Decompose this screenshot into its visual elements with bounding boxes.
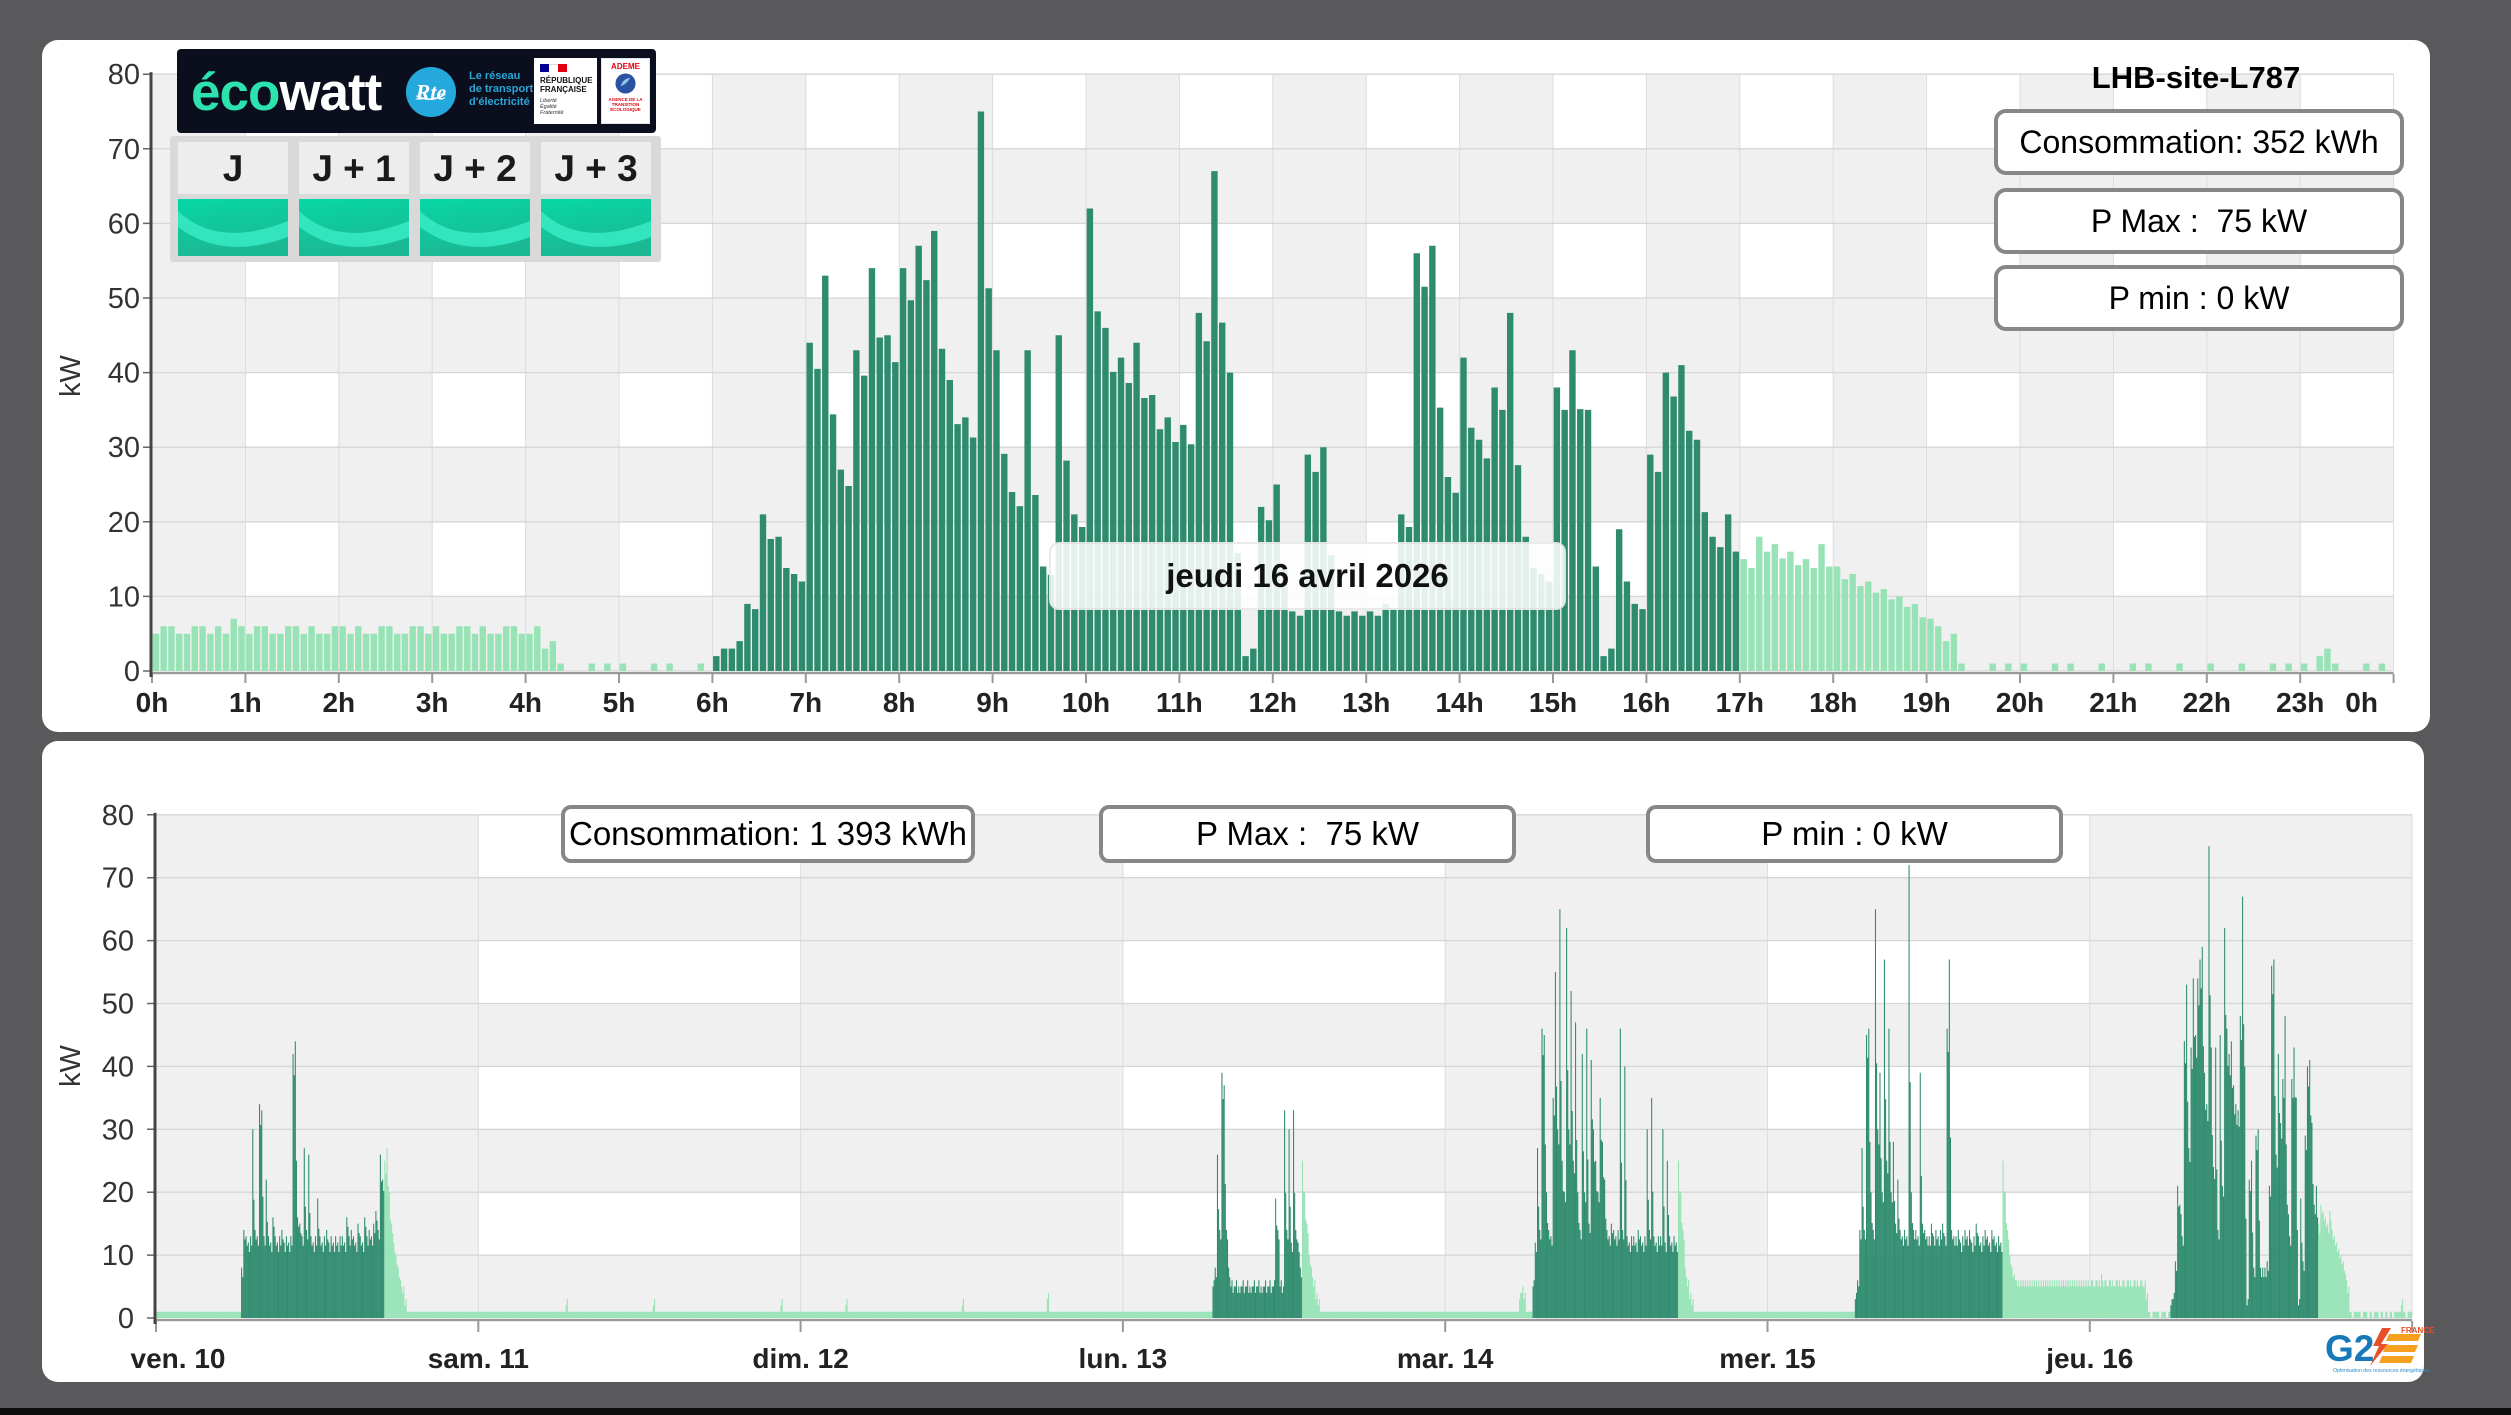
svg-text:10: 10: [102, 1240, 134, 1272]
svg-text:mar. 14: mar. 14: [1397, 1343, 1494, 1374]
svg-text:50: 50: [102, 989, 134, 1021]
svg-text:70: 70: [102, 863, 134, 895]
svg-text:Optimisation des ressources én: Optimisation des ressources énergétiques: [2333, 1368, 2430, 1374]
svg-text:mer. 15: mer. 15: [1719, 1343, 1816, 1374]
svg-text:ven. 10: ven. 10: [131, 1343, 226, 1374]
svg-text:Rte: Rte: [415, 80, 447, 105]
svg-text:30: 30: [102, 1114, 134, 1146]
svg-text:FRANCE: FRANCE: [2401, 1326, 2435, 1335]
svg-text:jeu. 16: jeu. 16: [2045, 1343, 2133, 1374]
svg-text:kW: kW: [55, 1044, 87, 1087]
svg-text:40: 40: [102, 1051, 134, 1083]
svg-text:lun. 13: lun. 13: [1079, 1343, 1168, 1374]
svg-text:80: 80: [102, 800, 134, 832]
svg-text:G2: G2: [2325, 1328, 2374, 1369]
svg-text:20: 20: [102, 1177, 134, 1209]
svg-text:dim. 12: dim. 12: [752, 1343, 848, 1374]
svg-text:60: 60: [102, 926, 134, 958]
svg-text:0: 0: [118, 1303, 134, 1335]
svg-text:sam. 11: sam. 11: [428, 1343, 529, 1374]
